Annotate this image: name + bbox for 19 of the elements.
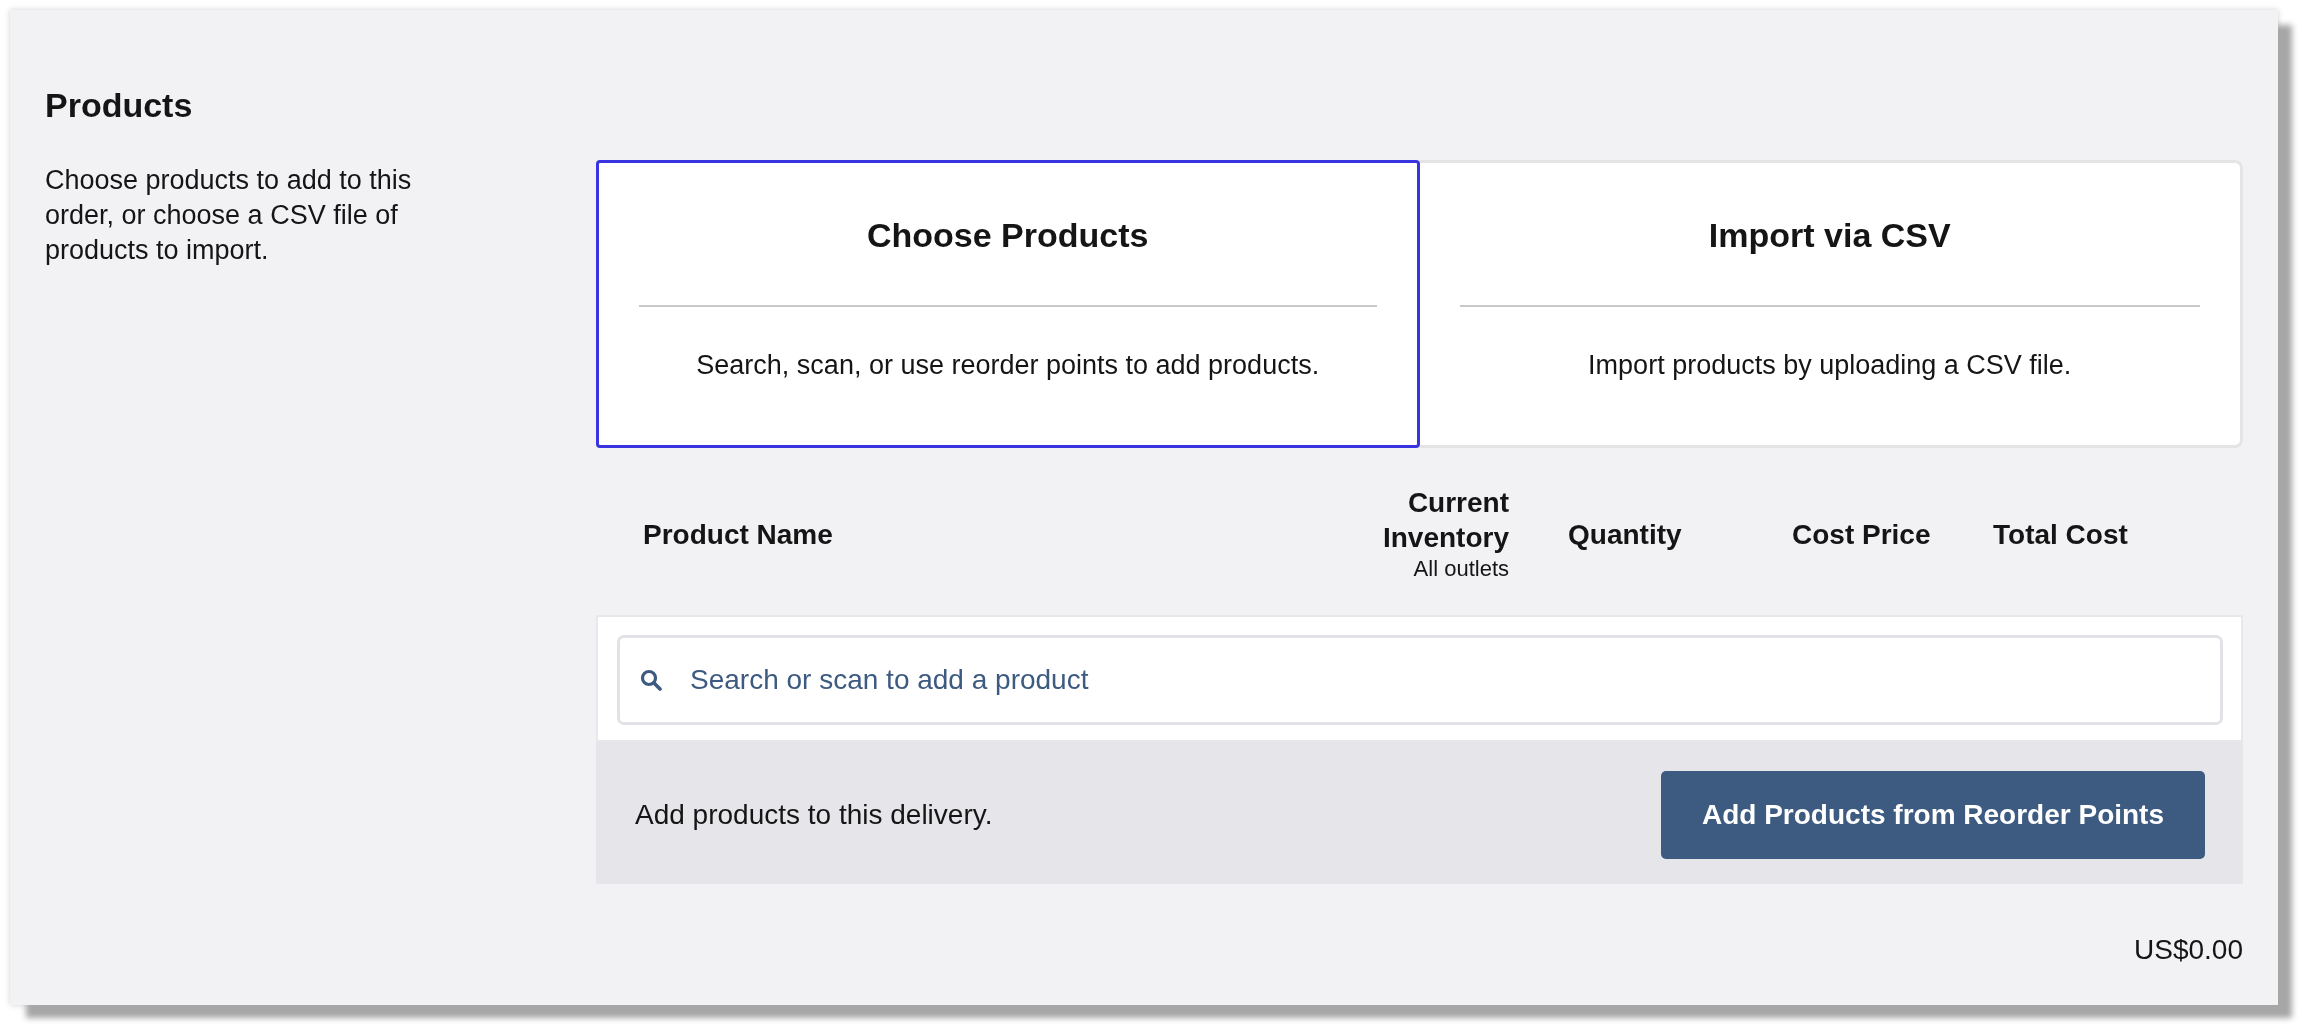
total-amount: US$0.00 [2134, 933, 2243, 967]
section-description: Choose products to add to this order, or choose a CSV file of products to import. [45, 164, 413, 267]
column-header: Product Name [643, 517, 833, 552]
section-title: Products [45, 85, 193, 126]
add-from-reorder-points-button[interactable]: Add Products from Reorder Points [1661, 771, 2205, 859]
search-field[interactable]: Search or scan to add a product [617, 635, 2223, 725]
option-title: Import via CSV [1708, 215, 1951, 255]
option-card[interactable]: Choose Products Search, scan, or use reorder points to add products. [596, 160, 1420, 448]
footer-hint: Add products to this delivery. [635, 798, 993, 832]
column-subheader: All outlets [1413, 555, 1509, 583]
search-icon [640, 669, 662, 691]
option-title: Choose Products [867, 215, 1149, 255]
option-description: Search, scan, or use reorder points to add products. [696, 349, 1320, 382]
column-header: Current Inventory [1381, 486, 1509, 555]
column-header: Cost Price [1792, 517, 1931, 552]
column-header: Quantity [1568, 517, 1682, 552]
option-description: Import products by uploading a CSV file. [1588, 349, 2072, 382]
column-header: Total Cost [1993, 517, 2128, 552]
option-card[interactable]: Import via CSV Import products by uploading a CSV file. [1419, 160, 2243, 448]
